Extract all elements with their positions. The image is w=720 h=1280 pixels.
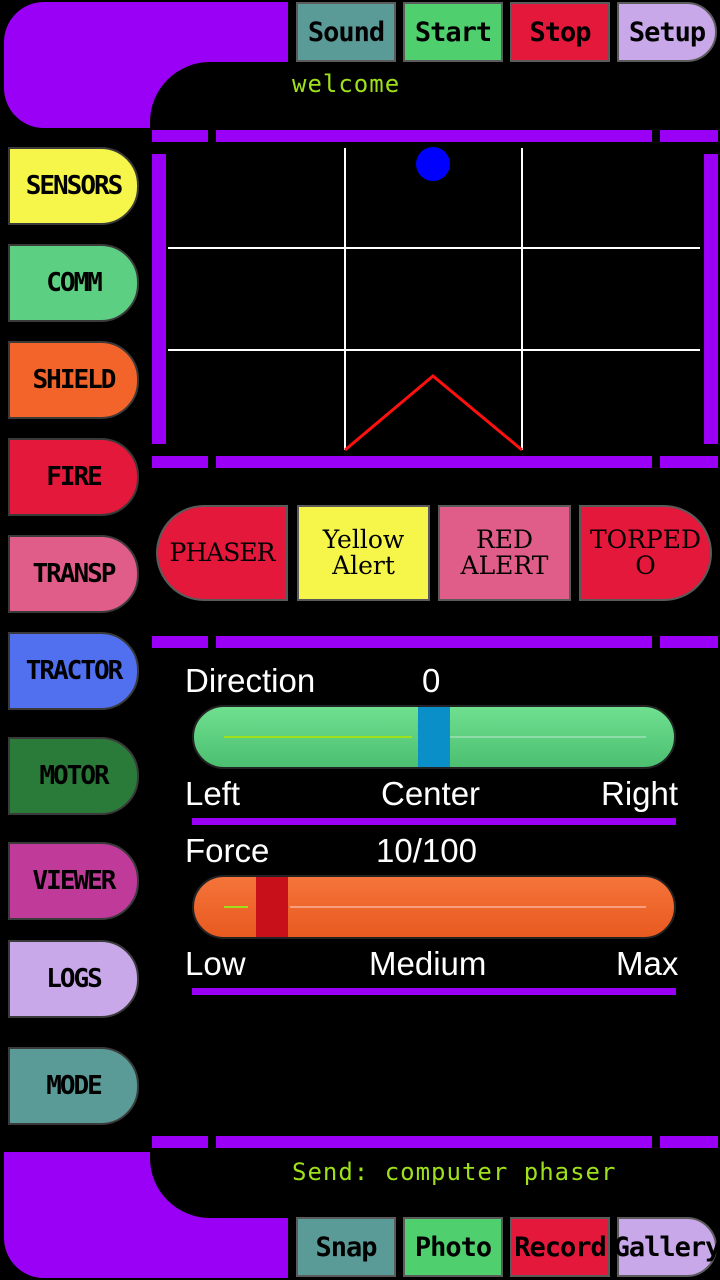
direction-label: Direction [185, 662, 316, 699]
force-slider-rail [290, 906, 646, 908]
phaser-button[interactable]: PHASER [156, 505, 288, 601]
direction-right-label: Right [601, 775, 679, 812]
sidebar-item-tractor[interactable]: TRACTOR [8, 632, 139, 710]
direction-divider [192, 818, 676, 825]
sidebar-item-sensors[interactable]: SENSORS [8, 147, 139, 225]
yellow-alert-button[interactable]: Yellow Alert [297, 505, 430, 601]
sidebar-item-mode[interactable]: MODE [8, 1047, 139, 1125]
direction-left-label: Left [185, 775, 241, 812]
torpedo-button[interactable]: TORPED O [579, 505, 712, 601]
force-max-label: Max [616, 945, 679, 982]
stop-button[interactable]: Stop [510, 2, 610, 62]
force-value: 10/100 [376, 832, 477, 869]
torpedo-line1: TORPED [589, 525, 702, 554]
sidebar-item-viewer[interactable]: VIEWER [8, 842, 139, 920]
force-slider-thumb[interactable] [256, 877, 288, 937]
direction-slider-rail [450, 736, 646, 738]
direction-slider-thumb[interactable] [418, 707, 450, 767]
snap-button[interactable]: Snap [296, 1217, 396, 1277]
red-alert-button[interactable]: RED ALERT [438, 505, 571, 601]
yellow-alert-line1: Yellow [322, 525, 405, 554]
red-alert-line2: ALERT [460, 551, 549, 580]
direction-value: 0 [422, 662, 441, 699]
force-medium-label: Medium [369, 945, 487, 982]
direction-slider-fill [224, 736, 412, 738]
gallery-button[interactable]: Gallery [614, 1217, 720, 1277]
sidebar-item-comm[interactable]: COMM [8, 244, 139, 322]
direction-slider[interactable] [192, 705, 676, 769]
force-slider[interactable] [192, 875, 676, 939]
red-alert-line1: RED [475, 525, 534, 554]
force-slider-fill [224, 906, 248, 908]
sidebar-item-shield[interactable]: SHIELD [8, 341, 139, 419]
sidebar-item-fire[interactable]: FIRE [8, 438, 139, 516]
sound-button[interactable]: Sound [296, 2, 396, 62]
force-divider [192, 988, 676, 995]
sidebar-item-motor[interactable]: MOTOR [8, 737, 139, 815]
radar-target-dot [416, 147, 450, 181]
sidebar-item-logs[interactable]: LOGS [8, 940, 139, 1018]
phaser-label: PHASER [169, 538, 276, 567]
setup-button[interactable]: Setup [617, 2, 717, 62]
status-text: Send: computer phaser [292, 1158, 617, 1186]
torpedo-line2: O [635, 551, 656, 580]
photo-button[interactable]: Photo [403, 1217, 503, 1277]
force-label: Force [185, 832, 270, 869]
start-button[interactable]: Start [403, 2, 503, 62]
radar-grid [168, 147, 700, 452]
yellow-alert-line2: Alert [332, 551, 395, 580]
radar-ship-marker [344, 374, 523, 452]
sidebar-item-transp[interactable]: TRANSP [8, 535, 139, 613]
welcome-text: welcome [292, 70, 401, 98]
direction-center-label: Center [381, 775, 481, 812]
record-button[interactable]: Record [510, 1217, 610, 1277]
radar-display [168, 144, 702, 452]
force-low-label: Low [185, 945, 246, 982]
